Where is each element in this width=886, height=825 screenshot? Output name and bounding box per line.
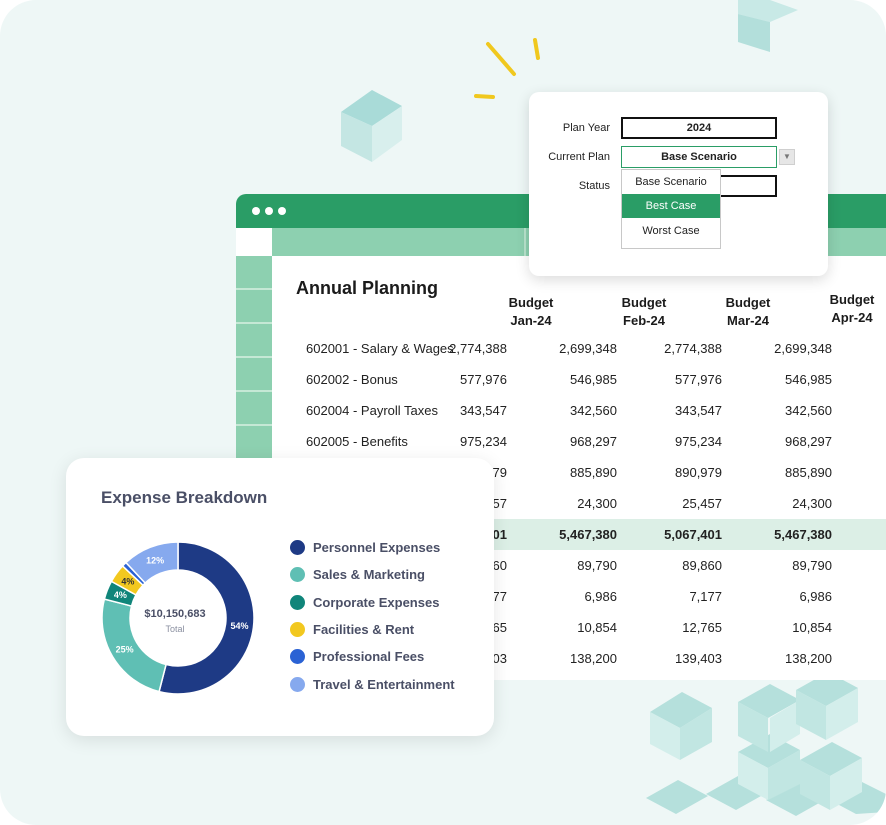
row-header[interactable] [236,290,272,324]
window-dot-icon[interactable] [252,207,260,215]
table-cell[interactable]: 10,854 [527,612,617,643]
table-cell[interactable]: 25,457 [632,488,722,519]
legend-label: Sales & Marketing [313,567,425,583]
table-cell[interactable]: 546,985 [527,364,617,395]
table-cell[interactable]: 342,560 [742,395,832,426]
current-plan-dropdown: Base Scenario Best Case Worst Case [621,169,721,249]
card-title: Expense Breakdown [101,488,268,507]
donut-total-value: $10,150,683 [144,608,206,620]
month-header[interactable]: Budget Jan-24 [481,294,581,330]
table-cell[interactable]: 7,177 [632,581,722,612]
plan-settings-panel: Plan Year 2024 Current Plan Base Scenari… [529,92,828,276]
table-cell[interactable]: 89,790 [742,550,832,581]
table-cell[interactable]: 2,774,388 [632,333,722,364]
table-cell[interactable]: 24,300 [527,488,617,519]
donut-segment-label: 12% [146,555,164,565]
row-label: 602005 - Benefits [306,434,408,449]
table-cell[interactable]: 6,986 [742,581,832,612]
table-row[interactable]: 602005 - Benefits 975,234 968,297 975,234 96… [272,426,886,457]
donut-segment-label: 4% [121,577,134,587]
month-header[interactable]: Budget Feb-24 [594,294,694,330]
sheet-title: Annual Planning [296,278,438,298]
row-header[interactable] [236,426,272,460]
legend-dot-icon [290,567,305,583]
table-cell[interactable]: 577,976 [417,364,507,395]
legend-label: Professional Fees [313,649,425,665]
table-cell[interactable]: 5,467,380 [742,519,832,550]
table-cell[interactable]: 975,234 [632,426,722,457]
legend-label: Travel & Entertainment [313,676,455,692]
table-cell[interactable]: 2,699,348 [742,333,832,364]
table-cell[interactable]: 138,200 [742,643,832,674]
dropdown-option-best[interactable]: Best Case [622,194,720,218]
table-cell[interactable]: 12,765 [632,612,722,643]
plan-year-label: Plan Year [562,122,610,134]
table-cell[interactable]: 577,976 [632,364,722,395]
legend-label: Corporate Expenses [313,594,440,610]
table-cell[interactable]: 968,297 [742,426,832,457]
table-cell[interactable]: 2,699,348 [527,333,617,364]
row-label: 602002 - Bonus [306,372,398,387]
table-cell[interactable]: 2,774,388 [417,333,507,364]
month-header[interactable]: Budget Apr-24 [802,291,886,327]
legend-dot-icon [290,621,305,637]
table-cell[interactable]: 975,234 [417,426,507,457]
table-cell[interactable]: 139,403 [632,643,722,674]
legend-dot-icon [290,540,305,555]
legend-label: Facilities & Rent [313,621,415,637]
table-cell[interactable]: 24,300 [742,488,832,519]
table-cell[interactable]: 89,860 [632,550,722,581]
dropdown-option-worst[interactable]: Worst Case [622,219,720,243]
row-header[interactable] [236,358,272,392]
table-cell[interactable]: 343,547 [417,395,507,426]
window-dot-icon[interactable] [265,207,273,215]
chevron-down-icon[interactable]: ▼ [779,149,795,165]
window-dot-icon[interactable] [278,207,286,215]
table-cell[interactable]: 6,986 [527,581,617,612]
month-header[interactable]: Budget Mar-24 [698,294,798,330]
table-row[interactable]: 602004 - Payroll Taxes 343,547 342,560 343,… [272,395,886,426]
row-header[interactable] [236,324,272,358]
legend-dot-icon [290,676,305,692]
donut-segment-label: 25% [116,645,134,655]
table-row[interactable]: 602001 - Salary & Wages 2,774,388 2,699,34… [272,333,886,364]
row-header[interactable] [236,392,272,426]
table-cell[interactable]: 968,297 [527,426,617,457]
table-cell[interactable]: 890,979 [632,457,722,488]
donut-segment-label: 54% [231,621,249,631]
table-cell[interactable]: 546,985 [742,364,832,395]
table-cell[interactable]: 5,067,401 [632,519,722,550]
table-cell[interactable]: 89,790 [527,550,617,581]
table-cell[interactable]: 343,547 [632,395,722,426]
current-plan-label: Current Plan [548,151,610,163]
table-cell[interactable]: 885,890 [742,457,832,488]
legend-dot-icon [290,649,305,665]
donut-segment-label: 4% [114,590,127,600]
table-row[interactable]: 602002 - Bonus 577,976 546,985 577,976 546,9… [272,364,886,395]
plan-year-input[interactable]: 2024 [621,117,777,139]
status-label: Status [578,180,610,192]
table-cell[interactable]: 5,467,380 [527,519,617,550]
current-plan-select[interactable]: Base Scenario [621,146,777,168]
status-input[interactable] [719,175,777,197]
dropdown-option-base[interactable]: Base Scenario [622,170,720,194]
table-cell[interactable]: 342,560 [527,395,617,426]
donut-total-label: Total [165,624,185,634]
table-cell[interactable]: 885,890 [527,457,617,488]
table-cell[interactable]: 10,854 [742,612,832,643]
legend-label: Personnel Expenses [313,540,441,555]
table-cell[interactable]: 138,200 [527,643,617,674]
sheet-corner-cell[interactable] [236,228,272,256]
legend-dot-icon [290,594,305,610]
row-header[interactable] [236,256,272,290]
expense-breakdown-card: Expense Breakdown 54% 25% 4% 4% 12% $10,150,… [66,458,494,736]
